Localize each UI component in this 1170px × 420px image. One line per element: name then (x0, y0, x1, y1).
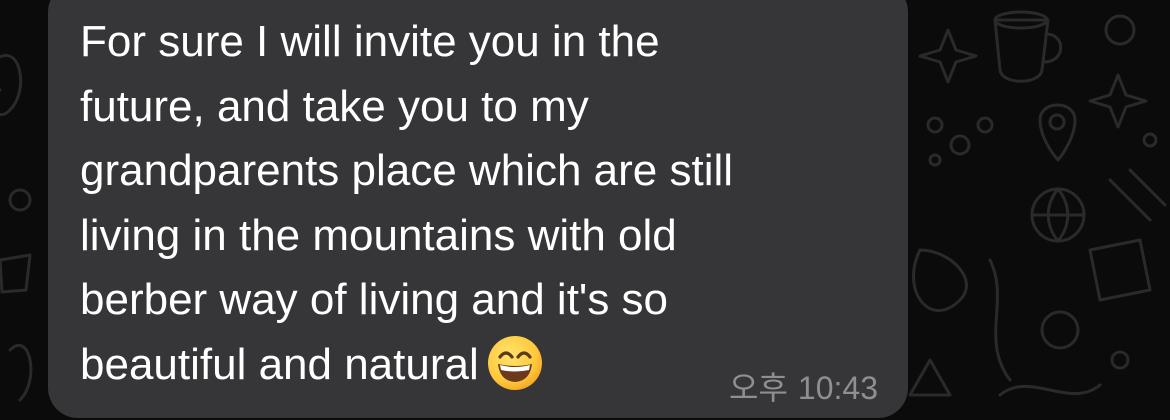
message-timestamp: 오후 10:43 (729, 366, 878, 410)
wallpaper-doodle (998, 383, 1102, 397)
wallpaper-doodle (0, 53, 23, 117)
wallpaper-doodle (1110, 350, 1130, 370)
wallpaper-doodle (988, 258, 1012, 382)
message-line: future, and take you to my (80, 81, 589, 131)
timestamp-period: 오후 (729, 370, 788, 406)
message-line: grandparents place which are still (80, 146, 734, 195)
message-text: For sure I will invite you in the future… (80, 10, 870, 397)
wallpaper-doodle (1038, 103, 1077, 162)
wallpaper-doodle (918, 28, 978, 84)
wallpaper-doodle (0, 253, 32, 294)
message-line: For sure I will invite you in the (80, 17, 660, 66)
wallpaper-doodle (1048, 113, 1066, 131)
wallpaper-doodle (1040, 310, 1080, 350)
message-line: berber way of living and it's so (80, 275, 669, 324)
wallpaper-doodle (8, 188, 32, 212)
wallpaper-doodle (1142, 132, 1158, 148)
wallpaper-doodle (908, 358, 952, 397)
wallpaper-doodle (976, 116, 994, 134)
wallpaper-doodle (912, 248, 968, 312)
wallpaper-doodle (928, 153, 942, 167)
message-line: living in the mountains with old (80, 210, 677, 260)
wallpaper-doodle (1108, 168, 1167, 222)
timestamp-time: 10:43 (797, 370, 878, 406)
wallpaper-doodle (926, 116, 944, 134)
wallpaper-doodle (1104, 14, 1136, 46)
wallpaper-doodle (1088, 238, 1152, 302)
wallpaper-doodle (949, 134, 971, 156)
message-line: beautiful and natural (80, 339, 479, 389)
wallpaper-doodle (8, 343, 33, 402)
grinning-face-with-smiling-eyes-emoji-icon (487, 335, 542, 390)
wallpaper-doodle (1088, 73, 1148, 129)
